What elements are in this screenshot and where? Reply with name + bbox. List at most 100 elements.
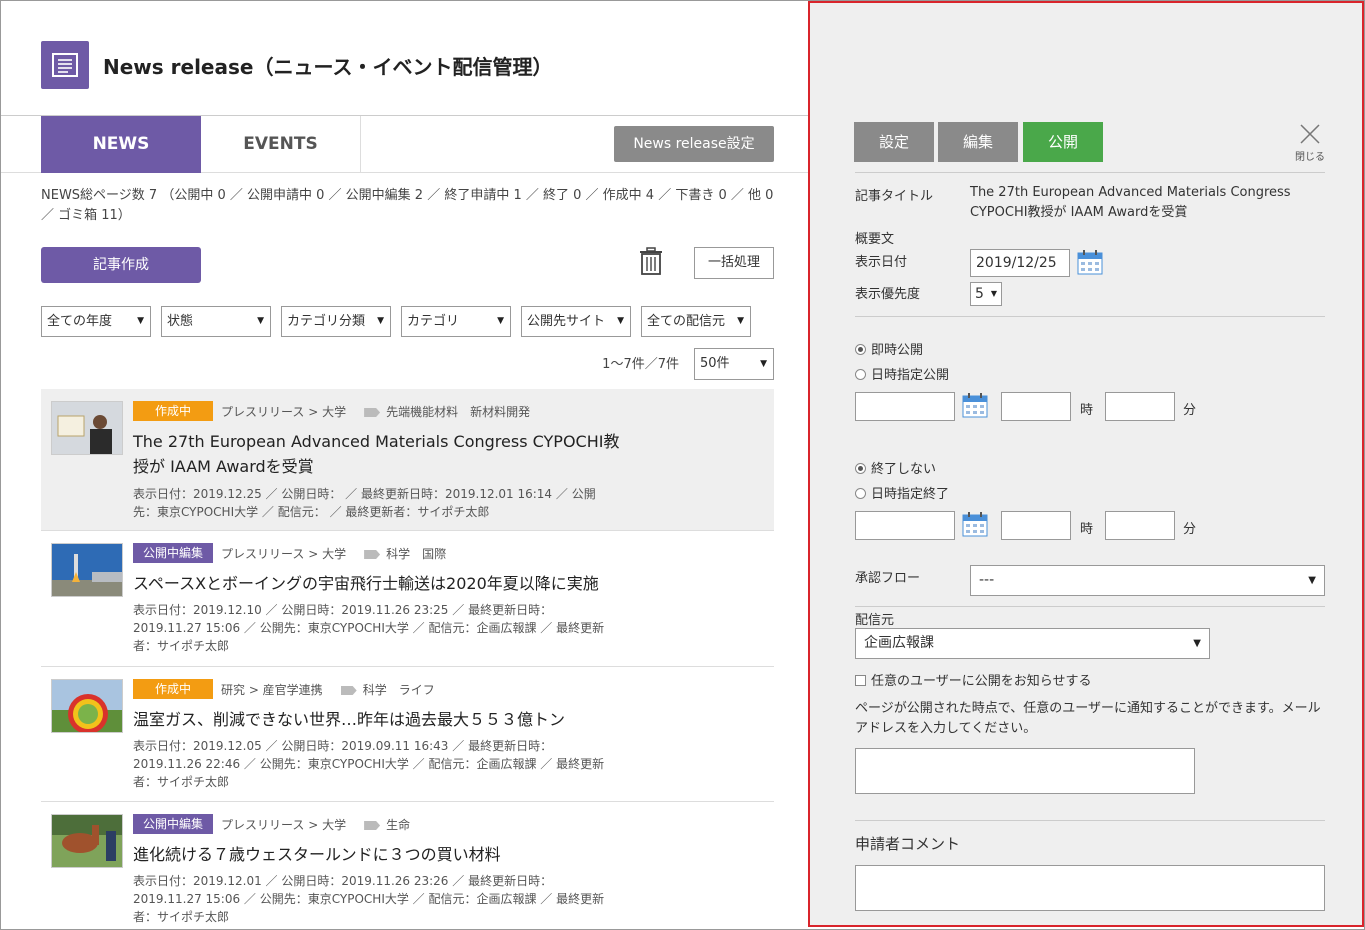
item-title[interactable]: The 27th European Advanced Materials Con… (133, 429, 623, 479)
notify-description: ページが公開された時点で、任意のユーザーに通知することができます。メールアドレス… (855, 701, 1321, 736)
publish-date-input[interactable] (855, 392, 955, 421)
news-release-settings-button[interactable]: News release設定 (614, 126, 774, 162)
article-title-value: The 27th European Advanced Materials Con… (970, 185, 1291, 220)
divider (855, 606, 1325, 607)
thumbnail-image (51, 543, 123, 597)
source-select[interactable]: 企画広報課 ▼ (855, 628, 1210, 659)
applicant-comment-textarea[interactable] (855, 865, 1325, 911)
category-filter-select[interactable]: カテゴリ ▼ (401, 306, 511, 337)
tab-events[interactable]: EVENTS (201, 116, 361, 173)
approval-flow-value: --- (979, 572, 995, 588)
tag-icon (364, 408, 381, 417)
chevron-down-icon: ▼ (497, 316, 504, 326)
source-filter-select[interactable]: 全ての配信元 ▼ (641, 306, 751, 337)
close-label: 閉じる (1295, 152, 1325, 163)
end-scheduled-radio[interactable]: 日時指定終了 (855, 483, 949, 502)
checkbox-icon (855, 675, 866, 686)
publish-settings-panel: 設定 編集 公開 閉じる 記事タイトル The 27th European Ad… (808, 1, 1364, 927)
radio-icon (855, 369, 866, 380)
publish-now-label: 即時公開 (871, 343, 924, 358)
tab-publish[interactable]: 公開 (1023, 122, 1103, 162)
category-filter-value: カテゴリ (407, 314, 460, 329)
notify-checkbox[interactable]: 任意のユーザーに公開をお知らせする (855, 670, 1091, 689)
chevron-down-icon: ▼ (990, 289, 997, 298)
category-text: プレスリリース > 大学 (221, 405, 347, 419)
radio-icon (855, 488, 866, 499)
calendar-icon[interactable] (962, 511, 988, 537)
list-item[interactable]: 公開中編集 プレスリリース > 大学 生命 進化続ける７歳ウェスタールンドに３つの… (41, 802, 774, 928)
list-item[interactable]: 作成中 研究 > 産官学連携 科学 ライフ 温室ガス、削減できない世界…昨年は過去… (41, 667, 774, 802)
item-title[interactable]: 進化続ける７歳ウェスタールンドに３つの買い材料 (133, 842, 623, 867)
tag-text: 生命 (386, 818, 411, 832)
per-page-select[interactable]: 50件 ▼ (694, 348, 774, 380)
create-article-button[interactable]: 記事作成 (41, 247, 201, 283)
status-filter-select[interactable]: 状態 ▼ (161, 306, 271, 337)
site-filter-select[interactable]: 公開先サイト ▼ (521, 306, 631, 337)
status-badge: 公開中編集 (133, 814, 214, 834)
category-text: プレスリリース > 大学 (221, 818, 347, 832)
thumbnail-image (51, 401, 123, 455)
tab-settings[interactable]: 設定 (854, 122, 934, 162)
source-value: 企画広報課 (864, 635, 934, 651)
publish-scheduled-label: 日時指定公開 (871, 368, 950, 383)
status-badge: 公開中編集 (133, 543, 214, 563)
source-label: 配信元 (855, 613, 895, 628)
divider (855, 316, 1325, 317)
news-document-icon (41, 41, 89, 89)
hour-unit: 時 (1080, 522, 1094, 537)
priority-select[interactable]: 5 ▼ (970, 282, 1002, 306)
item-meta: 表示日付：2019.12.01 ／ 公開日時：2019.11.26 23:26 … (133, 874, 605, 924)
priority-label: 表示優先度 (855, 287, 921, 302)
status-badge: 作成中 (133, 401, 213, 421)
tab-edit[interactable]: 編集 (938, 122, 1018, 162)
end-scheduled-label: 日時指定終了 (871, 487, 950, 502)
source-filter-value: 全ての配信元 (647, 314, 726, 329)
close-button[interactable]: 閉じる (1294, 123, 1326, 163)
close-icon (1300, 124, 1320, 144)
end-none-radio[interactable]: 終了しない (855, 458, 936, 477)
item-title[interactable]: 温室ガス、削減できない世界…昨年は過去最大５５３億トン (133, 707, 623, 732)
category-path: プレスリリース > 大学 生命 (221, 816, 410, 833)
radio-selected-icon (855, 344, 866, 355)
category-text: 研究 > 産官学連携 (221, 683, 323, 697)
radio-selected-icon (855, 463, 866, 474)
tab-news[interactable]: NEWS (41, 116, 201, 173)
item-meta: 表示日付：2019.12.10 ／ 公開日時：2019.11.26 23:25 … (133, 603, 605, 653)
site-filter-value: 公開先サイト (527, 314, 606, 329)
publish-now-radio[interactable]: 即時公開 (855, 339, 923, 358)
item-title[interactable]: スペースXとボーイングの宇宙飛行士輸送は2020年夏以降に実施 (133, 571, 623, 596)
thumbnail-image (51, 814, 123, 868)
list-item[interactable]: 作成中 プレスリリース > 大学 先端機能材料 新材料開発 The 27th Eu… (41, 389, 774, 531)
end-minute-input[interactable] (1105, 511, 1175, 540)
calendar-icon[interactable] (1077, 249, 1103, 275)
notify-email-textarea[interactable] (855, 748, 1195, 794)
category-text: プレスリリース > 大学 (221, 547, 347, 561)
item-meta: 表示日付：2019.12.05 ／ 公開日時：2019.09.11 16:43 … (133, 739, 605, 789)
display-date-input[interactable]: 2019/12/25 (970, 249, 1070, 277)
notify-label: 任意のユーザーに公開をお知らせする (871, 674, 1092, 689)
hour-unit: 時 (1080, 403, 1094, 418)
publish-hour-input[interactable] (1001, 392, 1071, 421)
publish-minute-input[interactable] (1105, 392, 1175, 421)
minute-unit: 分 (1183, 403, 1197, 418)
tag-text: 科学 ライフ (362, 683, 435, 697)
thumbnail-image (51, 679, 123, 733)
trash-icon[interactable] (639, 247, 663, 275)
category-group-filter-select[interactable]: カテゴリ分類 ▼ (281, 306, 391, 337)
category-path: プレスリリース > 大学 科学 国際 (221, 545, 446, 562)
approval-flow-select[interactable]: --- ▼ (970, 565, 1325, 596)
bulk-action-button[interactable]: 一括処理 (694, 247, 774, 279)
end-date-input[interactable] (855, 511, 955, 540)
item-meta: 表示日付：2019.12.25 ／ 公開日時： ／ 最終更新日時：2019.12… (133, 487, 596, 519)
chevron-down-icon: ▼ (760, 359, 767, 369)
chevron-down-icon: ▼ (137, 316, 144, 326)
year-filter-select[interactable]: 全ての年度 ▼ (41, 306, 151, 337)
calendar-icon[interactable] (962, 392, 988, 418)
end-hour-input[interactable] (1001, 511, 1071, 540)
status-badge: 作成中 (133, 679, 213, 699)
divider (855, 172, 1325, 173)
publish-scheduled-radio[interactable]: 日時指定公開 (855, 364, 949, 383)
tag-text: 先端機能材料 新材料開発 (386, 405, 531, 419)
list-item[interactable]: 公開中編集 プレスリリース > 大学 科学 国際 スペースXとボーイングの宇宙飛行… (41, 531, 774, 667)
per-page-value: 50件 (700, 356, 730, 371)
